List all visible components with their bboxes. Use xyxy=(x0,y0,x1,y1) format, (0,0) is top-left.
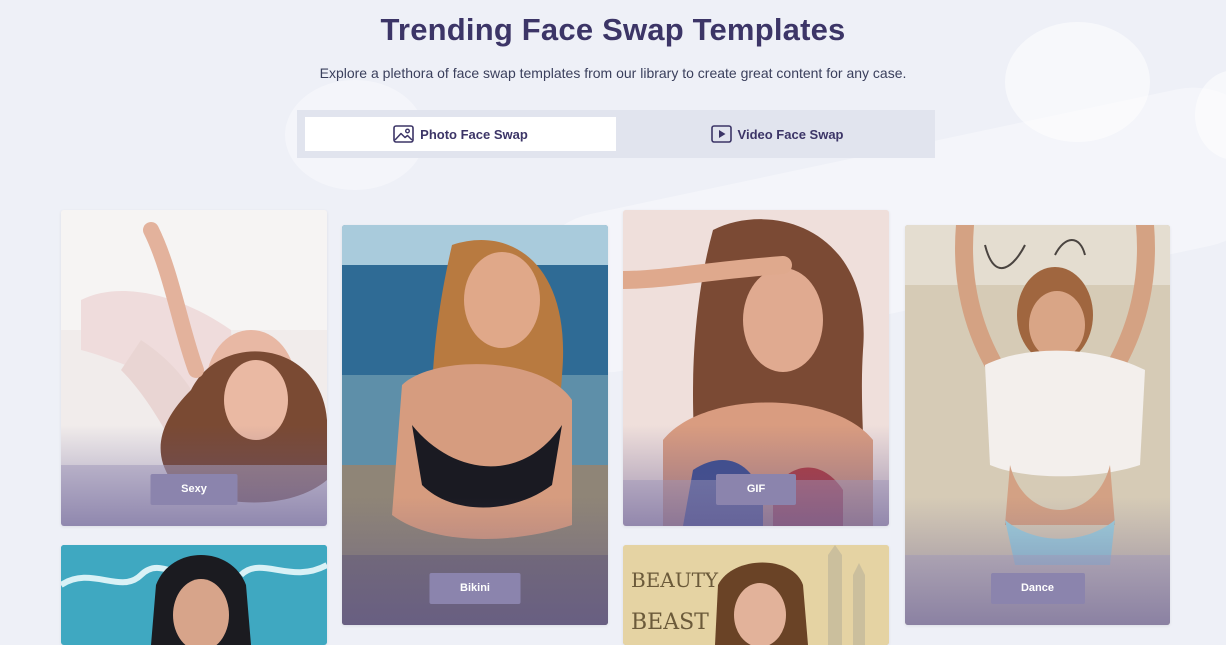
card-overlay xyxy=(905,497,1170,625)
template-label: Dance xyxy=(990,573,1085,604)
svg-text:BEAST: BEAST xyxy=(631,610,709,635)
page-subtitle: Explore a plethora of face swap template… xyxy=(319,65,907,81)
template-label: Bikini xyxy=(429,573,521,604)
tab-bar: Photo Face Swap Video Face Swap xyxy=(297,110,935,158)
template-card-gif[interactable]: GIF xyxy=(623,210,889,526)
tab-photo-face-swap[interactable]: Photo Face Swap xyxy=(305,117,616,151)
svg-text:BEAUTY: BEAUTY xyxy=(631,568,719,592)
template-label: Sexy xyxy=(150,474,238,505)
template-card-sexy[interactable]: Sexy xyxy=(61,210,327,526)
tab-video-face-swap[interactable]: Video Face Swap xyxy=(627,117,927,151)
template-card-dance[interactable]: Dance xyxy=(905,225,1170,625)
image-icon xyxy=(393,125,414,143)
template-image: BEAUTY BEAST xyxy=(623,545,889,645)
template-card-bikini[interactable]: Bikini xyxy=(342,225,608,625)
tab-label: Photo Face Swap xyxy=(420,126,528,142)
template-label: GIF xyxy=(716,474,796,505)
play-icon xyxy=(710,125,732,143)
tab-label: Video Face Swap xyxy=(737,126,844,142)
template-image xyxy=(61,545,327,645)
template-card[interactable]: BEAUTY BEAST xyxy=(623,545,889,645)
template-card[interactable] xyxy=(61,545,327,645)
page-title: Trending Face Swap Templates xyxy=(380,12,846,47)
card-overlay xyxy=(342,497,608,625)
